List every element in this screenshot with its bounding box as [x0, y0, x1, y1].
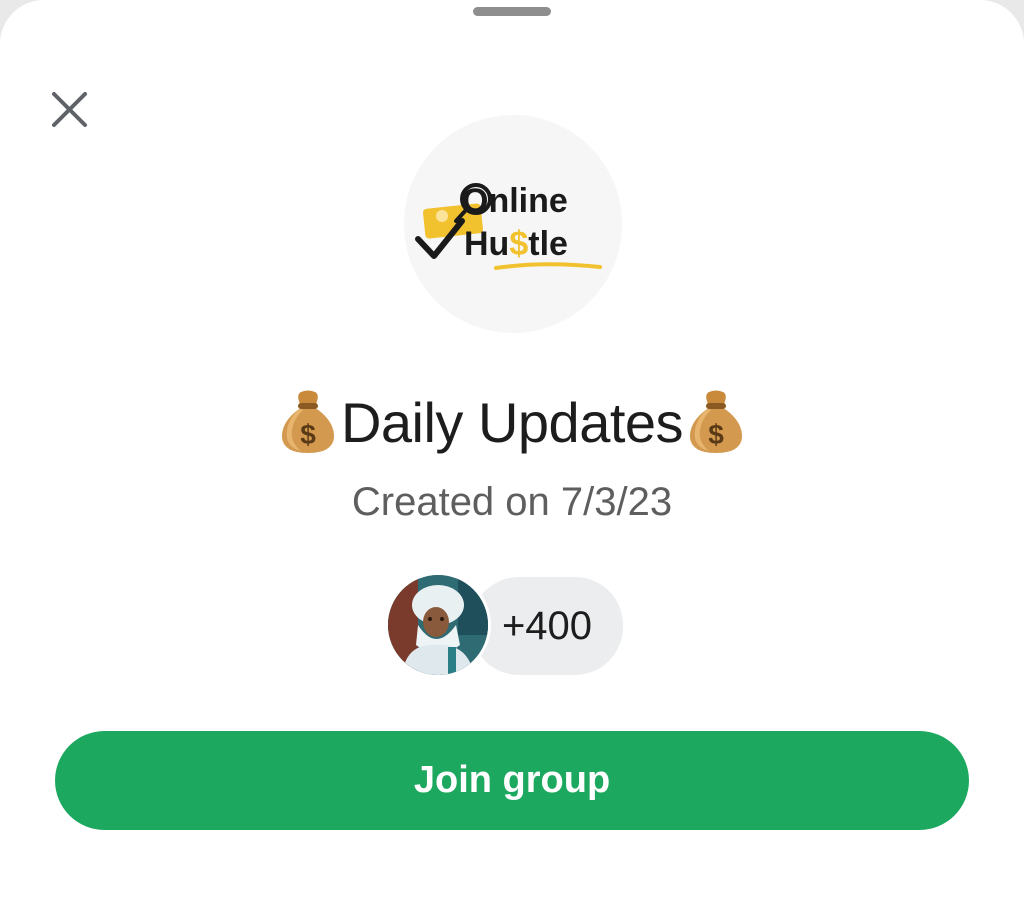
svg-text:Hu$tle: Hu$tle: [464, 225, 568, 263]
logo-line2-suffix: tle: [528, 225, 568, 263]
member-preview[interactable]: +400: [388, 575, 638, 677]
group-title-row: $ Daily Updates $: [0, 385, 1024, 461]
logo-line1: Online: [462, 182, 568, 220]
join-group-label: Join group: [413, 759, 611, 801]
member-count-pill[interactable]: +400: [470, 576, 624, 676]
member-count: +400: [501, 604, 593, 648]
close-button[interactable]: [44, 84, 96, 136]
money-bag-icon: $: [281, 390, 334, 453]
member-photo: [388, 575, 488, 675]
group-avatar[interactable]: Online Hu$tle: [404, 115, 622, 333]
sheet-drag-handle[interactable]: [473, 7, 551, 16]
close-icon: [52, 92, 87, 127]
logo-dollar: $: [509, 225, 528, 263]
logo-line2-prefix: Hu: [464, 225, 509, 263]
svg-text:$: $: [708, 419, 724, 450]
join-group-sheet: Online Hu$tle $ Daily Updates $ Created …: [0, 0, 1024, 923]
group-title: Daily Updates: [340, 391, 684, 454]
join-group-button[interactable]: Join group: [55, 731, 969, 830]
online-hustle-logo: Online Hu$tle: [404, 115, 622, 333]
svg-text:$: $: [300, 419, 316, 450]
group-created-date: Created on 7/3/23: [351, 480, 673, 524]
member-avatar[interactable]: [388, 575, 488, 675]
money-bag-icon: $: [689, 390, 743, 453]
